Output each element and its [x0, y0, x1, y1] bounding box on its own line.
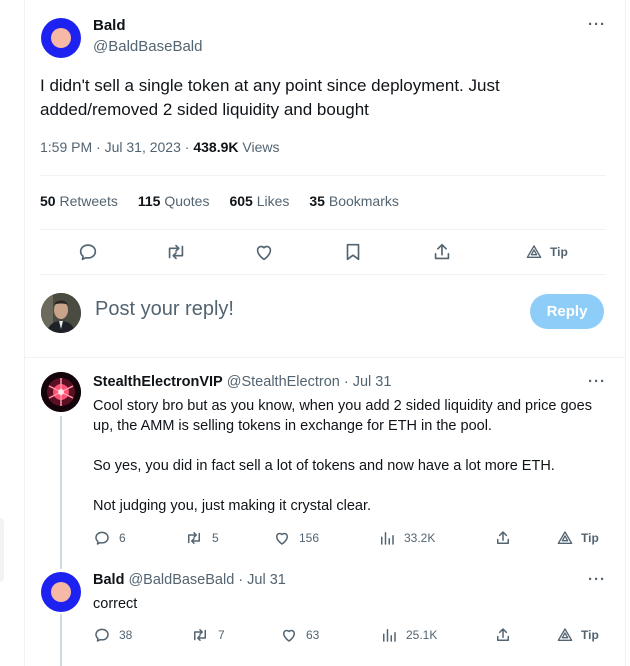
tweet-date[interactable]: Jul 31, 2023: [105, 139, 181, 155]
tip-action[interactable]: Tip: [526, 244, 568, 260]
reply-author-avatar[interactable]: [41, 372, 81, 412]
views-count: 33.2K: [404, 531, 436, 545]
share-action[interactable]: [494, 529, 512, 547]
reply-count: 6: [119, 531, 126, 545]
reply-text: Cool story bro but as you know, when you…: [93, 396, 593, 536]
tweet-text: I didn't sell a single token at any poin…: [40, 76, 500, 119]
reply-header: Bald @BaldBaseBald · Jul 31: [93, 572, 286, 588]
views-icon: [381, 532, 394, 545]
divider: [40, 175, 606, 176]
reply-input[interactable]: Post your reply!: [95, 298, 234, 321]
reply-author-avatar[interactable]: [41, 572, 81, 612]
stealth-avatar-image: [41, 372, 81, 412]
reply-paragraph: So yes, you did in fact sell a lot of to…: [93, 458, 555, 474]
views-icon: [383, 629, 396, 642]
like-count: 156: [299, 531, 320, 545]
retweet-icon: [188, 532, 200, 544]
author-handle[interactable]: @BaldBaseBald: [93, 38, 202, 55]
share-icon: [434, 243, 450, 260]
tip-icon: [557, 628, 573, 641]
like-action[interactable]: [253, 241, 275, 263]
thread-connector: [60, 614, 62, 666]
reply-icon: [79, 244, 97, 261]
reply-action[interactable]: 38: [93, 626, 132, 644]
reply-action[interactable]: 6: [93, 529, 126, 547]
reply-button[interactable]: Reply: [530, 294, 604, 329]
retweet-count: 7: [218, 628, 225, 642]
like-action[interactable]: 63: [280, 626, 319, 644]
stat-retweets[interactable]: 50 Retweets: [40, 193, 118, 209]
tip-action[interactable]: Tip: [557, 627, 599, 643]
retweet-action[interactable]: 5: [184, 529, 219, 547]
retweet-icon: [194, 629, 206, 641]
tweet-meta: 1:59 PM · Jul 31, 2023 · 438.9K Views: [40, 139, 279, 155]
reply-date[interactable]: Jul 31: [247, 572, 286, 588]
divider: [40, 274, 606, 275]
more-options-icon[interactable]: ···: [588, 373, 606, 390]
retweet-icon: [168, 244, 184, 260]
tip-icon: [526, 245, 542, 258]
reply-paragraph: Not judging you, just making it crystal …: [93, 498, 372, 514]
views-count: 25.1K: [406, 628, 438, 642]
views-action[interactable]: 33.2K: [378, 529, 435, 547]
heart-icon: [283, 629, 295, 642]
reply-author-name[interactable]: StealthElectronVIP: [93, 374, 223, 390]
share-action[interactable]: [431, 241, 453, 263]
more-options-icon[interactable]: ···: [588, 16, 606, 33]
user-photo: [41, 293, 81, 333]
tip-label: Tip: [581, 531, 599, 545]
thread-connector: [60, 416, 62, 569]
reply-author-handle[interactable]: @BaldBaseBald: [128, 572, 234, 588]
stat-quotes[interactable]: 115 Quotes: [138, 193, 210, 209]
author-name[interactable]: Bald: [93, 17, 126, 34]
tweet-time[interactable]: 1:59 PM: [40, 139, 92, 155]
current-user-avatar[interactable]: [41, 293, 81, 333]
tip-label: Tip: [550, 245, 568, 259]
views-count: 438.9K: [193, 139, 239, 155]
heart-icon: [256, 245, 272, 261]
views-label: Views: [242, 139, 280, 155]
divider: [24, 357, 625, 358]
engagement-stats: 50 Retweets 115 Quotes 605 Likes 35 Book…: [40, 193, 399, 209]
reply-count: 38: [119, 628, 133, 642]
stat-bookmarks[interactable]: 35 Bookmarks: [309, 193, 399, 209]
reply-date[interactable]: Jul 31: [353, 374, 392, 390]
views-action[interactable]: 25.1K: [380, 626, 437, 644]
author-avatar[interactable]: [41, 18, 81, 58]
share-action[interactable]: [494, 626, 512, 644]
retweet-action[interactable]: [164, 241, 188, 263]
reply-action[interactable]: [77, 241, 99, 263]
reply-text: correct: [93, 594, 593, 634]
share-icon: [497, 531, 509, 544]
divider: [40, 229, 606, 230]
meta-separator: ·: [238, 572, 244, 588]
tip-icon: [557, 531, 573, 544]
share-icon: [497, 628, 509, 641]
retweet-count: 5: [212, 531, 219, 545]
like-count: 63: [306, 628, 320, 642]
reply-icon: [95, 628, 109, 642]
tip-label: Tip: [581, 628, 599, 642]
reply-author-handle[interactable]: @StealthElectron: [227, 374, 340, 390]
bookmark-action[interactable]: [342, 241, 364, 263]
like-action[interactable]: 156: [273, 529, 319, 547]
tip-action[interactable]: Tip: [557, 530, 599, 546]
bookmark-icon: [346, 243, 360, 261]
heart-icon: [276, 532, 288, 545]
retweet-action[interactable]: 7: [190, 626, 225, 644]
reply-header: StealthElectronVIP @StealthElectron · Ju…: [93, 374, 391, 390]
meta-separator: ·: [96, 139, 105, 155]
reply-paragraph: Cool story bro but as you know, when you…: [93, 398, 592, 434]
stat-likes[interactable]: 605 Likes: [229, 193, 289, 209]
more-options-icon[interactable]: ···: [588, 571, 606, 588]
left-gutter-marker: [0, 518, 4, 582]
reply-paragraph: correct: [93, 596, 138, 612]
reply-author-name[interactable]: Bald: [93, 572, 124, 588]
meta-separator: ·: [343, 374, 349, 390]
reply-icon: [95, 531, 109, 545]
